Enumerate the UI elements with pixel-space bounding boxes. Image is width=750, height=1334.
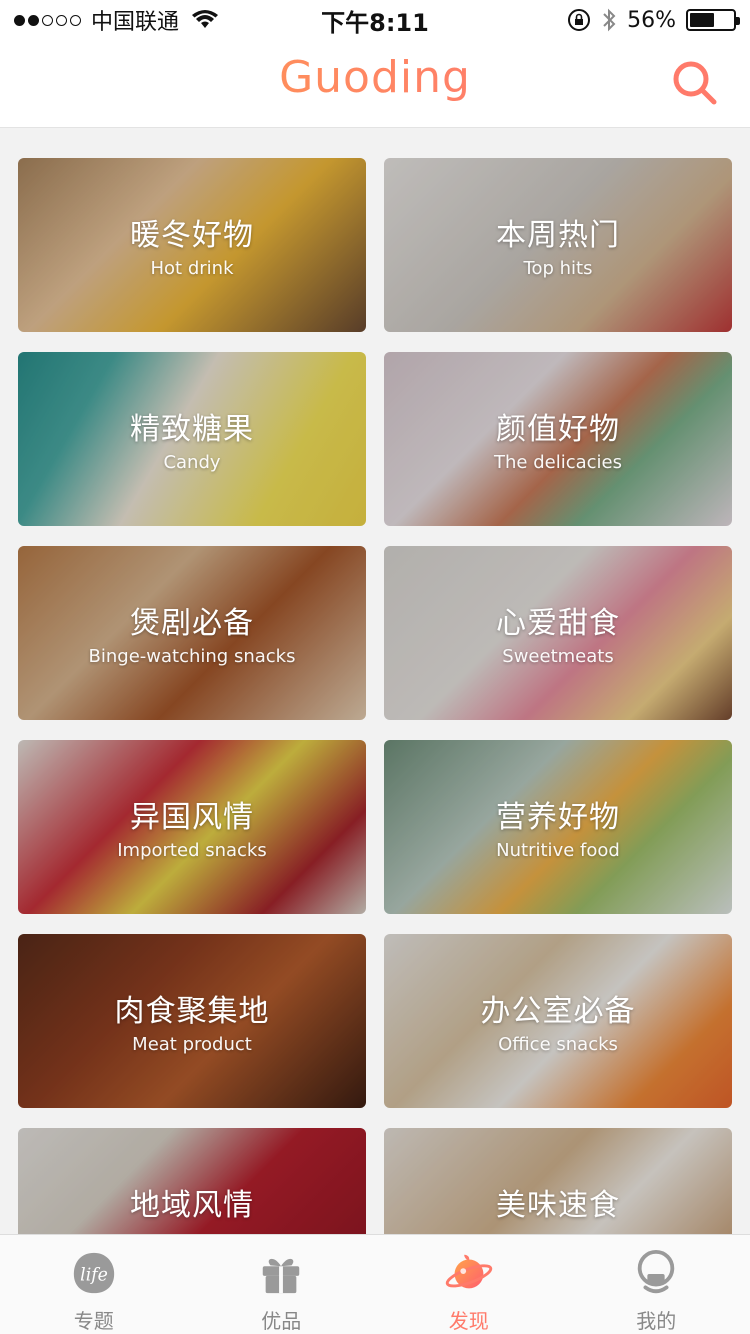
search-icon[interactable] bbox=[670, 58, 720, 108]
category-title: 办公室必备 bbox=[480, 994, 636, 1029]
tab-topics[interactable]: life 专题 bbox=[0, 1235, 188, 1334]
battery-percentage: 56% bbox=[627, 7, 676, 33]
gift-icon bbox=[263, 1258, 300, 1294]
category-subtitle: Nutritive food bbox=[496, 840, 620, 861]
category-subtitle: Hot drink bbox=[150, 258, 234, 279]
category-card[interactable]: 肉食聚集地 Meat product bbox=[18, 934, 366, 1108]
signal-dot bbox=[14, 14, 25, 26]
tab-discover[interactable]: 发现 bbox=[375, 1235, 563, 1334]
category-title: 暖冬好物 bbox=[130, 218, 254, 253]
planet-icon bbox=[445, 1254, 492, 1289]
svg-text:life: life bbox=[80, 1266, 108, 1286]
category-subtitle: Meat product bbox=[132, 1034, 252, 1055]
category-title: 美味速食 bbox=[496, 1188, 620, 1223]
app-logo: Guoding bbox=[0, 52, 750, 103]
status-bar: 中国联通 下午8:11 56% bbox=[0, 0, 750, 40]
signal-strength-icon bbox=[14, 14, 81, 26]
category-subtitle: Top hits bbox=[523, 258, 593, 279]
category-card[interactable]: 颜值好物 The delicacies bbox=[384, 352, 732, 526]
category-title: 肉食聚集地 bbox=[114, 994, 270, 1029]
category-grid: 暖冬好物 Hot drink 本周热门 Top hits 精致糖果 Candy 颜值好物 Th… bbox=[18, 158, 732, 1234]
tab-label: 我的 bbox=[636, 1309, 677, 1333]
profile-icon bbox=[638, 1249, 675, 1294]
category-subtitle: Binge-watching snacks bbox=[88, 646, 296, 667]
category-subtitle: Imported snacks bbox=[117, 840, 267, 861]
category-title: 心爱甜食 bbox=[496, 606, 620, 641]
category-card[interactable]: 营养好物 Nutritive food bbox=[384, 740, 732, 914]
category-card[interactable]: 精致糖果 Candy bbox=[18, 352, 366, 526]
category-card[interactable]: 煲剧必备 Binge-watching snacks bbox=[18, 546, 366, 720]
tab-profile[interactable]: 我的 bbox=[563, 1235, 750, 1334]
rotation-lock-icon bbox=[568, 9, 591, 31]
category-title: 异国风情 bbox=[130, 800, 254, 835]
signal-dot bbox=[28, 14, 39, 26]
category-subtitle: Sweetmeats bbox=[502, 646, 614, 667]
category-card[interactable]: 办公室必备 Office snacks bbox=[384, 934, 732, 1108]
wifi-icon bbox=[192, 10, 219, 28]
category-card[interactable]: 异国风情 Imported snacks bbox=[18, 740, 366, 914]
category-title: 精致糖果 bbox=[130, 412, 254, 447]
signal-dot bbox=[42, 14, 53, 26]
signal-dot bbox=[56, 14, 67, 26]
category-card[interactable]: 暖冬好物 Hot drink bbox=[18, 158, 366, 332]
app-header: Guoding bbox=[0, 40, 750, 128]
tab-label: 优品 bbox=[261, 1309, 302, 1333]
tab-products[interactable]: 优品 bbox=[188, 1235, 376, 1334]
category-title: 煲剧必备 bbox=[130, 606, 254, 641]
tab-bar: life 专题 优品 发现 我的 bbox=[0, 1234, 750, 1334]
battery-icon bbox=[686, 9, 740, 31]
category-title: 颜值好物 bbox=[496, 412, 620, 447]
category-title: 营养好物 bbox=[496, 800, 620, 835]
life-icon: life bbox=[73, 1252, 114, 1294]
category-card[interactable]: 本周热门 Top hits bbox=[384, 158, 732, 332]
category-card[interactable]: 地域风情 bbox=[18, 1128, 366, 1234]
category-subtitle: Office snacks bbox=[498, 1034, 618, 1055]
bluetooth-icon bbox=[603, 8, 616, 32]
category-subtitle: Candy bbox=[163, 452, 221, 473]
tab-label: 发现 bbox=[448, 1309, 489, 1333]
carrier-name: 中国联通 bbox=[91, 10, 180, 35]
category-subtitle: The delicacies bbox=[494, 452, 622, 473]
category-card[interactable]: 美味速食 bbox=[384, 1128, 732, 1234]
signal-dot bbox=[70, 14, 81, 26]
tab-label: 专题 bbox=[73, 1309, 114, 1333]
category-title: 地域风情 bbox=[130, 1188, 254, 1223]
category-title: 本周热门 bbox=[496, 218, 620, 253]
category-card[interactable]: 心爱甜食 Sweetmeats bbox=[384, 546, 732, 720]
